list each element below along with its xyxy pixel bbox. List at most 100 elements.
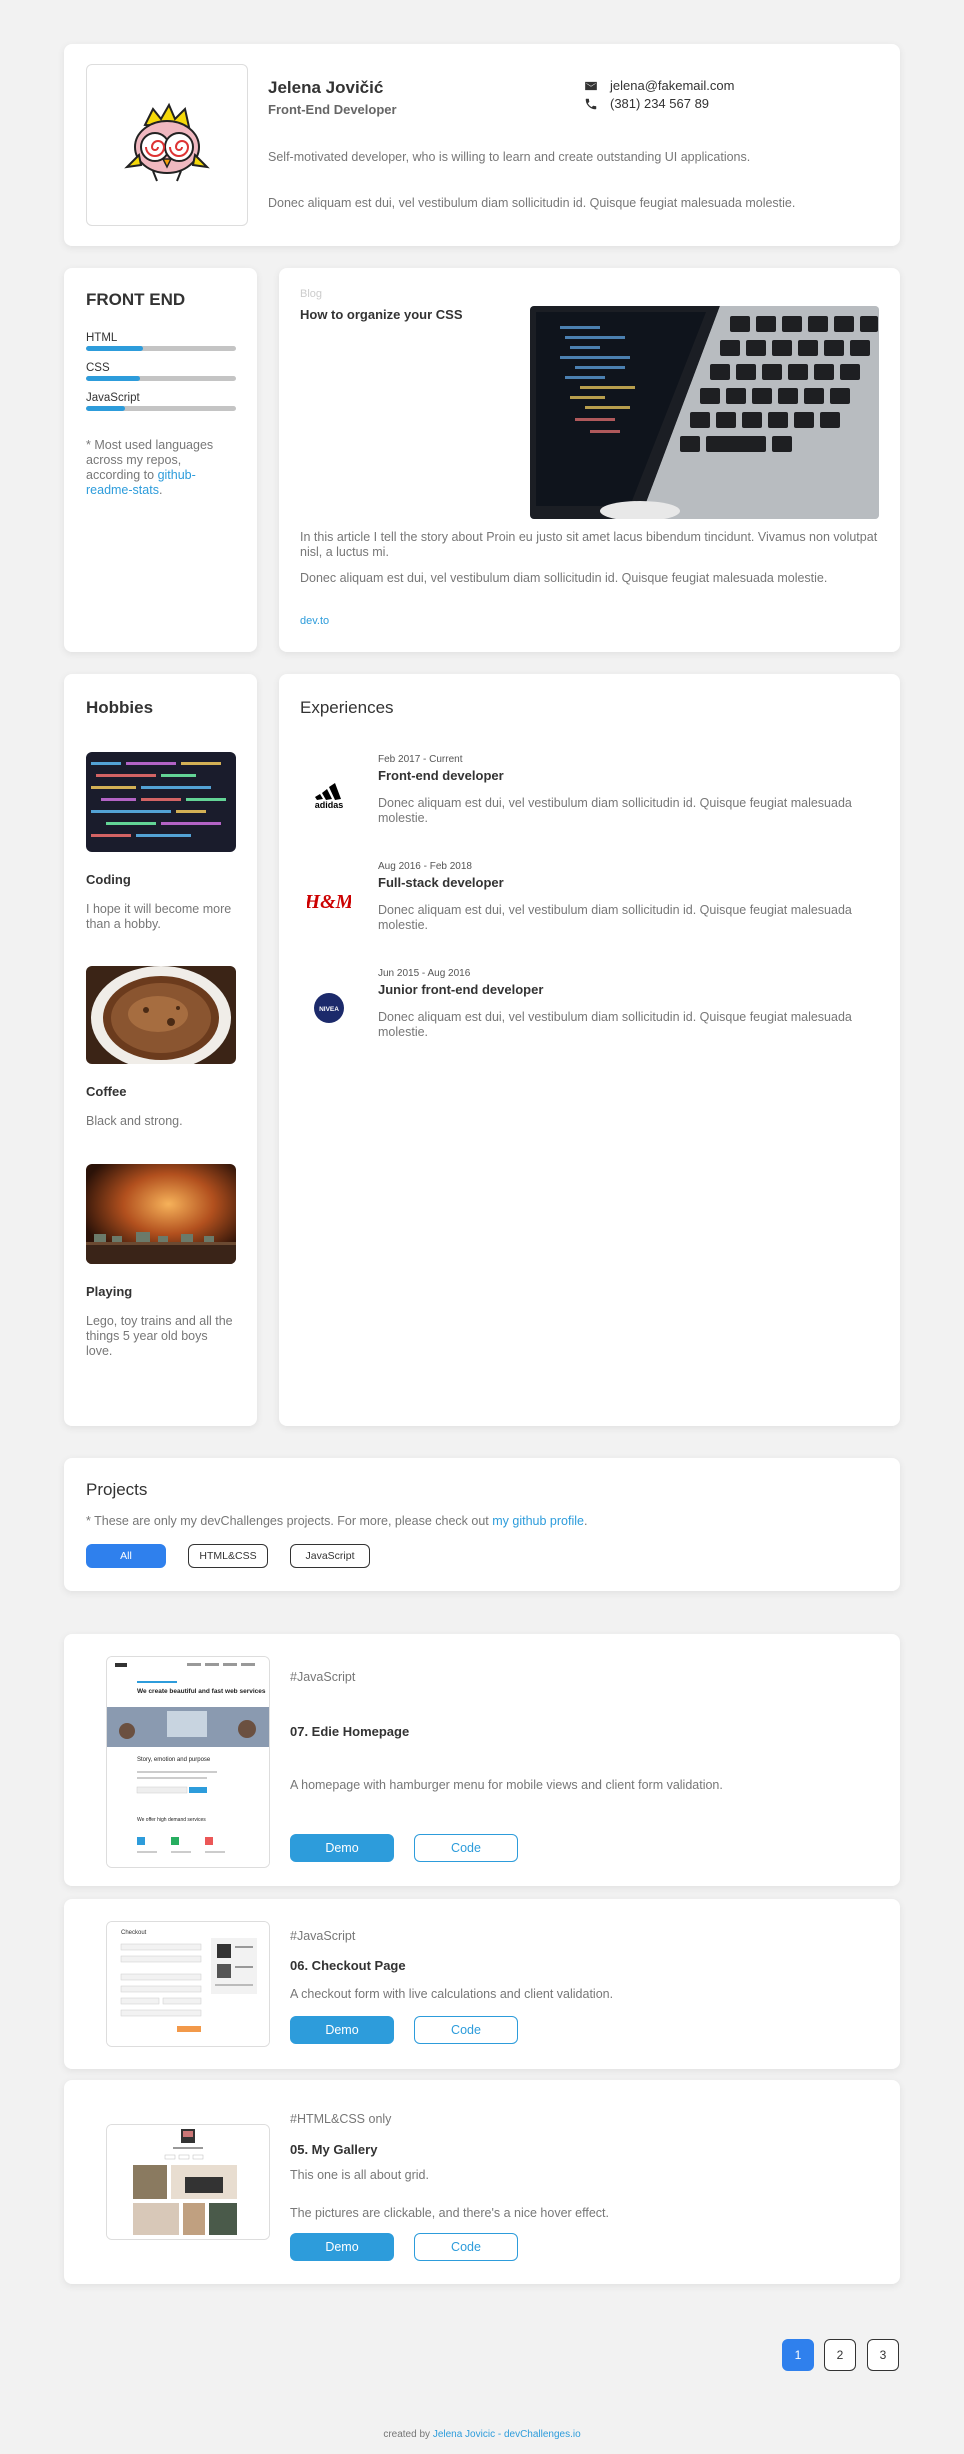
profile-card: Jelena Jovičić Front-End Developer jelen… [64, 44, 900, 246]
project-tag: #HTML&CSS only [290, 2112, 392, 2126]
experience-desc: Donec aliquam est dui, vel vestibulum di… [378, 1010, 852, 1039]
project-thumbnail-edie: We create beautiful and fast web service… [106, 1656, 270, 1868]
blog-excerpt: In this article I tell the story about P… [300, 530, 878, 559]
profile-name: Jelena Jovičić [268, 78, 384, 97]
project-desc-secondary: The pictures are clickable, and there's … [290, 2206, 609, 2220]
thumb-heading: We create beautiful and fast web service… [137, 1688, 266, 1695]
experience-role: Junior front-end developer [378, 982, 544, 997]
projects-note-suffix: . [583, 1514, 588, 1528]
profile-bio: Self-motivated developer, who is willing… [268, 150, 751, 164]
projects-title: Projects [86, 1480, 148, 1499]
project-card-edie: We create beautiful and fast web service… [64, 1634, 900, 1886]
blog-tag: Blog [300, 288, 323, 300]
hobby-desc: Black and strong. [86, 1114, 183, 1128]
blog-title: How to organize your CSS [300, 307, 463, 322]
skill-bar [86, 406, 236, 411]
demo-button[interactable]: Demo [290, 2016, 394, 2044]
phone-text[interactable]: (381) 234 567 89 [610, 96, 709, 111]
page-1-button[interactable]: 1 [782, 2339, 814, 2371]
hobby-image-coding [86, 752, 236, 852]
projects-note: * These are only my devChallenges projec… [86, 1514, 587, 1528]
experience-role: Full-stack developer [378, 875, 504, 890]
owl-avatar-icon [124, 102, 210, 182]
project-name: 07. Edie Homepage [290, 1724, 410, 1739]
skills-card: FRONT END HTML CSS JavaScript * Most use… [64, 268, 257, 652]
project-desc: This one is all about grid. [290, 2168, 429, 2182]
project-card-checkout: Checkout #JavaScript 06. Checkout Page A… [64, 1899, 900, 2069]
experience-date: Feb 2017 - Current [378, 754, 463, 765]
skill-fill [86, 406, 125, 411]
thumb-subheading: Story, emotion and purpose [137, 1757, 211, 1763]
skill-bar [86, 346, 236, 351]
github-profile-link[interactable]: my github profile [492, 1514, 584, 1528]
filter-all-button[interactable]: All [86, 1544, 166, 1568]
adidas-logo-icon: adidas [307, 772, 351, 816]
phone-icon [585, 98, 597, 109]
project-name: 05. My Gallery [290, 2142, 378, 2157]
profile-role: Front-End Developer [268, 102, 397, 117]
project-thumbnail-checkout: Checkout [106, 1921, 270, 2047]
skill-fill [86, 376, 140, 381]
project-tag: #JavaScript [290, 1670, 356, 1684]
experience-desc: Donec aliquam est dui, vel vestibulum di… [378, 796, 852, 825]
demo-button[interactable]: Demo [290, 2233, 394, 2261]
hobby-desc: Lego, toy trains and all the things 5 ye… [86, 1314, 233, 1358]
mail-icon [585, 81, 597, 90]
blog-image-laptop [530, 306, 879, 519]
hobby-name: Coding [86, 872, 131, 887]
hobbies-card: Hobbies Coding I hope it will become mor… [64, 674, 257, 1426]
projects-note-text: * These are only my devChallenges projec… [86, 1514, 493, 1528]
skills-title: FRONT END [86, 290, 186, 309]
nivea-wordmark: NIVEA [319, 1006, 339, 1013]
adidas-wordmark: adidas [315, 800, 344, 809]
project-name: 06. Checkout Page [290, 1958, 406, 1973]
skill-bar [86, 376, 236, 381]
code-button[interactable]: Code [414, 1834, 518, 1862]
code-button[interactable]: Code [414, 2016, 518, 2044]
skill-label: HTML [86, 332, 118, 344]
skill-fill [86, 346, 143, 351]
hm-wordmark: H&M [307, 891, 351, 913]
blog-devto-link[interactable]: dev.to [300, 615, 329, 627]
hobby-name: Coffee [86, 1084, 127, 1099]
contact-email: jelena@fakemail.com [584, 78, 734, 93]
thumb-footer: We offer high demand services [137, 1817, 206, 1823]
project-card-gallery: #HTML&CSS only 05. My Gallery This one i… [64, 2080, 900, 2284]
filter-javascript-button[interactable]: JavaScript [290, 1544, 370, 1568]
thumb-heading: Checkout [121, 1930, 147, 1936]
profile-bio-secondary: Donec aliquam est dui, vel vestibulum di… [268, 196, 796, 210]
skills-note: * Most used languages across my repos, a… [86, 438, 236, 498]
skill-label: CSS [86, 362, 110, 374]
demo-button[interactable]: Demo [290, 1834, 394, 1862]
experience-desc: Donec aliquam est dui, vel vestibulum di… [378, 903, 852, 932]
experiences-card: Experiences adidas Feb 2017 - Current Fr… [279, 674, 900, 1426]
blog-card: Blog How to organize your CSS In this ar… [279, 268, 900, 652]
footer-credit: created by Jelena Jovicic - devChallenge… [0, 2429, 964, 2440]
page-2-button[interactable]: 2 [824, 2339, 856, 2371]
project-thumbnail-gallery [106, 2124, 270, 2240]
hobby-name: Playing [86, 1284, 133, 1299]
project-desc: A homepage with hamburger menu for mobil… [290, 1778, 723, 1792]
skill-html: HTML [86, 332, 236, 351]
hobbies-title: Hobbies [86, 698, 154, 717]
skill-css: CSS [86, 362, 236, 381]
avatar [86, 64, 248, 226]
skill-javascript: JavaScript [86, 392, 236, 411]
hobby-desc: I hope it will become more than a hobby. [86, 902, 232, 931]
footer-text: created by [383, 2429, 433, 2440]
experience-date: Aug 2016 - Feb 2018 [378, 861, 472, 872]
page-3-button[interactable]: 3 [867, 2339, 899, 2371]
contact-phone: (381) 234 567 89 [584, 96, 709, 111]
filter-htmlcss-button[interactable]: HTML&CSS [188, 1544, 268, 1568]
experiences-title: Experiences [300, 698, 394, 717]
blog-excerpt-secondary: Donec aliquam est dui, vel vestibulum di… [300, 571, 828, 585]
nivea-logo-icon: NIVEA [307, 986, 351, 1030]
skills-note-suffix: . [158, 483, 163, 497]
projects-card: Projects * These are only my devChalleng… [64, 1458, 900, 1591]
hm-logo-icon: H&M [307, 879, 351, 923]
footer-author-link[interactable]: Jelena Jovicic - devChallenges.io [433, 2429, 581, 2440]
email-text[interactable]: jelena@fakemail.com [610, 78, 734, 93]
project-tag: #JavaScript [290, 1929, 356, 1943]
code-button[interactable]: Code [414, 2233, 518, 2261]
hobby-image-playing [86, 1164, 236, 1264]
